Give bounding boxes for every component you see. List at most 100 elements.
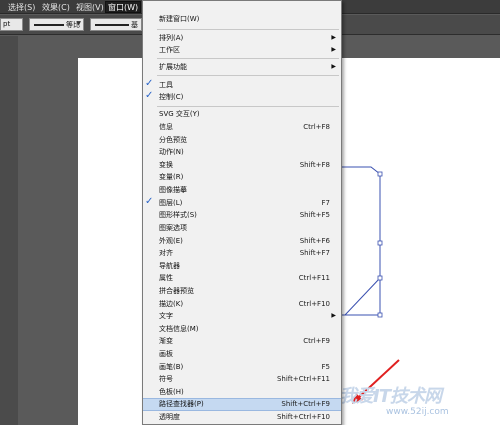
checkmark-icon: ✓ [145, 78, 154, 89]
menu-item-actions[interactable]: 动作(N) [143, 146, 341, 158]
menu-separator [157, 75, 339, 76]
menu-item-label: 透明度 [159, 413, 180, 421]
menu-item-appearance[interactable]: 外观(E) Shift+F6 [143, 235, 341, 247]
menu-item-stroke[interactable]: 描边(K) Ctrl+F10 [143, 298, 341, 310]
submenu-arrow-icon: ▶ [331, 63, 336, 70]
menu-item-gradient[interactable]: 渐变 Ctrl+F9 [143, 335, 341, 347]
menu-item-shortcut: Shift+Ctrl+F11 [276, 375, 330, 383]
menu-item-shortcut: Ctrl+F9 [303, 337, 330, 345]
stroke-line-preview [34, 24, 64, 26]
menu-separator [157, 106, 339, 107]
menu-window[interactable]: 窗口(W) [105, 1, 142, 13]
submenu-arrow-icon: ▶ [331, 312, 336, 319]
window-menu-dropdown: 新建窗口(W) 排列(A) ▶ 工作区 ▶ 扩展功能 ▶ ✓ 工具 ✓ 控制(C… [142, 0, 342, 425]
menu-item-arrange[interactable]: 排列(A) ▶ [143, 32, 341, 44]
menu-item-label: 图形样式(S) [159, 211, 197, 219]
menu-item-shortcut: Ctrl+F11 [298, 274, 330, 282]
menu-item-label: 色板(H) [159, 388, 184, 396]
menu-item-separations-preview[interactable]: 分色预览 [143, 134, 341, 146]
menu-item-shortcut: Shift+F6 [299, 237, 330, 245]
brush-line-preview [95, 24, 129, 26]
menu-item-info[interactable]: 信息 Ctrl+F8 [143, 121, 341, 133]
menu-item-label: 分色预览 [159, 136, 187, 144]
menu-item-new-window[interactable]: 新建窗口(W) [143, 13, 341, 25]
menu-item-shortcut: Shift+F8 [299, 161, 330, 169]
menu-item-image-trace[interactable]: 图像描摹 [143, 184, 341, 196]
menu-item-label: 描边(K) [159, 300, 184, 308]
menu-item-shortcut: Ctrl+F10 [298, 300, 330, 308]
menu-item-label: SVG 交互(Y) [159, 110, 200, 118]
menu-item-artboards[interactable]: 画板 [143, 348, 341, 360]
menu-item-variables[interactable]: 变量(R) [143, 171, 341, 183]
menu-item-svg-interactivity[interactable]: SVG 交互(Y) [143, 108, 341, 120]
submenu-arrow-icon: ▶ [331, 46, 336, 53]
menu-select[interactable]: 选择(S) [6, 2, 37, 13]
menu-view[interactable]: 视图(V) [74, 2, 106, 13]
menu-item-tools[interactable]: ✓ 工具 [143, 78, 341, 91]
menu-item-shortcut: Shift+F7 [299, 249, 330, 257]
menu-item-control[interactable]: ✓ 控制(C) [143, 90, 341, 103]
stroke-weight-field[interactable]: pt [0, 18, 23, 31]
menu-item-label: 文字 [159, 312, 173, 320]
menu-item-shortcut: Shift+Ctrl+F10 [276, 413, 330, 421]
menu-item-label: 导航器 [159, 262, 180, 270]
menu-item-label: 属性 [159, 274, 173, 282]
watermark: 我爱IT技术网 www.52ij.com [326, 378, 500, 425]
brush-definition[interactable]: 基 [90, 18, 142, 31]
variable-width-profile[interactable]: 等比 ▼ [29, 18, 84, 31]
stroke-weight-unit: pt [3, 20, 11, 28]
menu-item-shortcut: Shift+F5 [299, 211, 330, 219]
brush-definition-label: 基 [131, 21, 138, 29]
menu-item-symbols[interactable]: 符号 Shift+Ctrl+F11 [143, 373, 341, 385]
menu-item-label: 符号 [159, 375, 173, 383]
menu-item-label: 控制(C) [159, 93, 184, 101]
menu-item-shortcut: Shift+Ctrl+F9 [281, 400, 330, 408]
menu-item-shortcut: F7 [321, 199, 330, 207]
menu-item-label: 图像描摹 [159, 186, 187, 194]
submenu-arrow-icon: ▶ [331, 34, 336, 41]
menu-item-brushes[interactable]: 画笔(B) F5 [143, 361, 341, 373]
watermark-title: 我爱IT技术网 [339, 386, 442, 407]
menu-item-label: 对齐 [159, 249, 173, 257]
checkmark-icon: ✓ [145, 196, 154, 207]
menu-item-transparency[interactable]: 透明度 Shift+Ctrl+F10 [143, 411, 341, 423]
menu-item-label: 动作(N) [159, 148, 184, 156]
menu-item-label: 变量(R) [159, 173, 184, 181]
menu-item-label: 路径查找器(P) [159, 400, 204, 408]
menu-item-workspace[interactable]: 工作区 ▶ [143, 44, 341, 56]
menu-item-label: 排列(A) [159, 34, 184, 42]
watermark-url: www.52ij.com [386, 407, 449, 417]
menu-item-extensions[interactable]: 扩展功能 ▶ [143, 61, 341, 73]
menu-item-graphic-styles[interactable]: 图形样式(S) Shift+F5 [143, 209, 341, 221]
menu-item-label: 画板 [159, 350, 173, 358]
menu-item-label: 扩展功能 [159, 63, 187, 71]
menu-item-pattern-options[interactable]: 图案选项 [143, 222, 341, 234]
menu-separator [157, 29, 339, 30]
menu-item-align[interactable]: 对齐 Shift+F7 [143, 247, 341, 259]
menu-separator [157, 58, 339, 59]
menu-item-shortcut: F5 [321, 363, 330, 371]
menu-item-layers[interactable]: ✓ 图层(L) F7 [143, 196, 341, 209]
menu-item-pathfinder[interactable]: 路径查找器(P) Shift+Ctrl+F9 [143, 398, 341, 411]
menu-item-label: 新建窗口(W) [159, 15, 200, 23]
menu-item-label: 拼合器预览 [159, 287, 194, 295]
menu-item-type[interactable]: 文字 ▶ [143, 310, 341, 322]
menu-item-label: 外观(E) [159, 237, 183, 245]
menu-effect[interactable]: 效果(C) [40, 2, 72, 13]
menu-item-label: 图层(L) [159, 199, 183, 207]
menu-item-label: 渐变 [159, 337, 173, 345]
menu-item-shortcut: Ctrl+F8 [303, 123, 330, 131]
menu-item-navigator[interactable]: 导航器 [143, 260, 341, 272]
checkmark-icon: ✓ [145, 90, 154, 101]
menu-item-transform[interactable]: 变换 Shift+F8 [143, 159, 341, 171]
chevron-down-icon: ▼ [76, 20, 81, 27]
menu-item-document-info[interactable]: 文档信息(M) [143, 323, 341, 335]
menu-item-label: 工具 [159, 81, 173, 89]
menu-item-attributes[interactable]: 属性 Ctrl+F11 [143, 272, 341, 284]
menu-item-label: 信息 [159, 123, 173, 131]
menu-item-swatches[interactable]: 色板(H) [143, 386, 341, 398]
menu-item-label: 文档信息(M) [159, 325, 199, 333]
menu-item-label: 工作区 [159, 46, 180, 54]
menu-item-label: 变换 [159, 161, 173, 169]
menu-item-flattener-preview[interactable]: 拼合器预览 [143, 285, 341, 297]
